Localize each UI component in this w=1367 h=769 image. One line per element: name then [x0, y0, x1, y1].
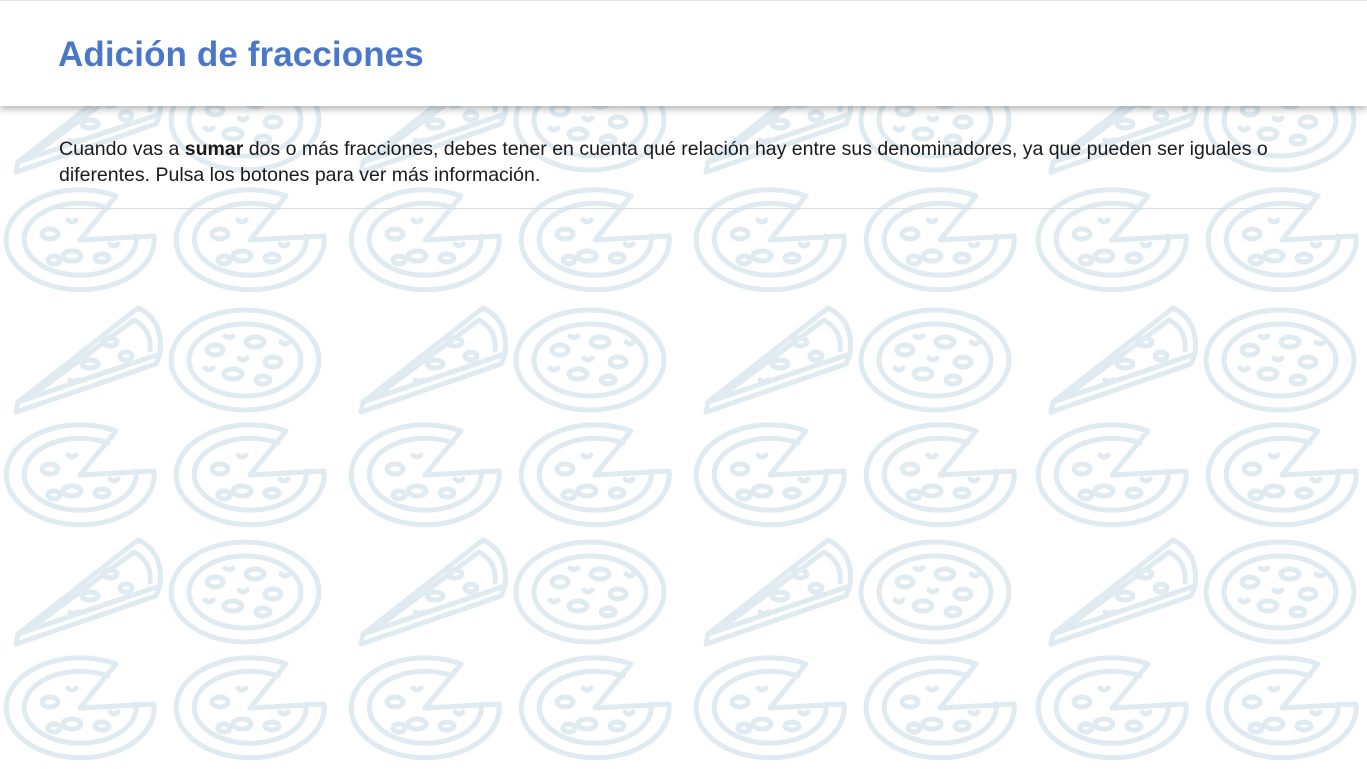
intro-text-bold: sumar [184, 138, 244, 160]
buttons-area [59, 220, 1307, 280]
intro-section: Cuando vas a sumar dos o más fracciones,… [59, 136, 1299, 188]
header-bar: Adición de fracciones [0, 0, 1367, 106]
page: Adición de fracciones Cuando vas a sumar… [0, 0, 1367, 769]
page-title: Adición de fracciones [58, 35, 424, 74]
pizza-pattern-background [0, 0, 1367, 769]
intro-text: Cuando vas a sumar dos o más fracciones,… [59, 136, 1299, 188]
intro-text-part1: Cuando vas a [59, 138, 185, 160]
section-divider [59, 208, 1307, 209]
